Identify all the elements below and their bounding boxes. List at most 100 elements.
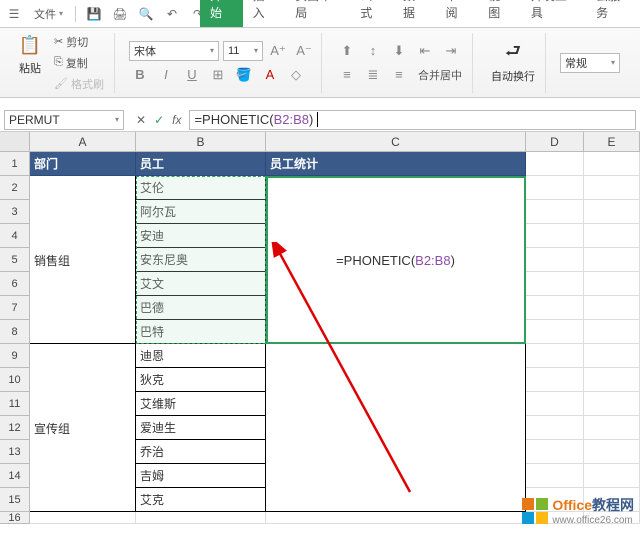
cell[interactable] bbox=[526, 368, 584, 392]
header-cell[interactable]: 员工统计 bbox=[266, 152, 526, 176]
row-header[interactable]: 5 bbox=[0, 248, 30, 272]
align-left-icon[interactable]: ≡ bbox=[336, 65, 358, 85]
formula-cell[interactable]: =PHONETIC(B2:B8) bbox=[266, 248, 526, 272]
employee-cell[interactable]: 阿尔瓦 bbox=[136, 200, 266, 224]
font-size-select[interactable]: 11▾ bbox=[223, 41, 263, 61]
cell[interactable] bbox=[30, 224, 136, 248]
cell[interactable] bbox=[266, 368, 526, 392]
indent-right-icon[interactable]: ⇥ bbox=[440, 41, 462, 61]
employee-cell[interactable]: 吉姆 bbox=[136, 464, 266, 488]
employee-cell[interactable]: 乔治 bbox=[136, 440, 266, 464]
header-cell[interactable]: 员工 bbox=[136, 152, 266, 176]
employee-cell[interactable]: 艾克 bbox=[136, 488, 266, 512]
fx-icon[interactable]: fx bbox=[172, 113, 181, 127]
cell[interactable] bbox=[266, 296, 526, 320]
paste-button[interactable]: 📋 粘贴 bbox=[14, 32, 46, 94]
align-middle-icon[interactable]: ↕ bbox=[362, 41, 384, 61]
employee-cell[interactable]: 狄克 bbox=[136, 368, 266, 392]
cell[interactable] bbox=[266, 392, 526, 416]
tab-dev[interactable]: 开发工具 bbox=[521, 0, 586, 27]
italic-button[interactable]: I bbox=[155, 65, 177, 85]
cell[interactable] bbox=[526, 272, 584, 296]
cell[interactable] bbox=[526, 152, 584, 176]
align-right-icon[interactable]: ≡ bbox=[388, 65, 410, 85]
employee-cell[interactable]: 巴德 bbox=[136, 296, 266, 320]
row-header[interactable]: 13 bbox=[0, 440, 30, 464]
cell[interactable] bbox=[266, 488, 526, 512]
cell[interactable] bbox=[30, 320, 136, 344]
cell[interactable] bbox=[526, 344, 584, 368]
cell[interactable] bbox=[584, 224, 640, 248]
employee-cell[interactable]: 巴特 bbox=[136, 320, 266, 344]
cell[interactable] bbox=[584, 176, 640, 200]
merge-button[interactable]: 合并居中 bbox=[414, 65, 466, 85]
cell[interactable] bbox=[30, 512, 136, 524]
cell[interactable] bbox=[30, 488, 136, 512]
fill-color-button[interactable]: 🪣 bbox=[233, 65, 255, 85]
row-header[interactable]: 16 bbox=[0, 512, 30, 524]
tab-insert[interactable]: 插入 bbox=[243, 0, 286, 27]
cell[interactable] bbox=[30, 464, 136, 488]
clear-format-button[interactable]: ◇ bbox=[285, 65, 307, 85]
cell[interactable] bbox=[30, 176, 136, 200]
align-bottom-icon[interactable]: ⬇ bbox=[388, 41, 410, 61]
cell[interactable] bbox=[526, 320, 584, 344]
row-header[interactable]: 7 bbox=[0, 296, 30, 320]
row-header[interactable]: 8 bbox=[0, 320, 30, 344]
employee-cell[interactable]: 艾伦 bbox=[136, 176, 266, 200]
row-header[interactable]: 14 bbox=[0, 464, 30, 488]
select-all-corner[interactable] bbox=[0, 132, 30, 151]
cell[interactable] bbox=[584, 368, 640, 392]
font-color-button[interactable]: A bbox=[259, 65, 281, 85]
cell[interactable] bbox=[526, 200, 584, 224]
number-format-select[interactable]: 常规▾ bbox=[560, 53, 620, 73]
row-header[interactable]: 9 bbox=[0, 344, 30, 368]
tab-page-layout[interactable]: 页面布局 bbox=[285, 0, 350, 27]
tab-review[interactable]: 审阅 bbox=[436, 0, 479, 27]
cell[interactable] bbox=[526, 440, 584, 464]
cell[interactable] bbox=[266, 320, 526, 344]
cell[interactable] bbox=[584, 248, 640, 272]
row-header[interactable]: 11 bbox=[0, 392, 30, 416]
cell[interactable] bbox=[584, 320, 640, 344]
cell[interactable] bbox=[30, 344, 136, 368]
indent-left-icon[interactable]: ⇤ bbox=[414, 41, 436, 61]
tab-start[interactable]: 开始 bbox=[200, 0, 243, 27]
row-header[interactable]: 2 bbox=[0, 176, 30, 200]
cell[interactable] bbox=[30, 392, 136, 416]
cell[interactable] bbox=[30, 272, 136, 296]
cancel-formula-icon[interactable]: ✕ bbox=[136, 113, 146, 127]
employee-cell[interactable]: 安迪 bbox=[136, 224, 266, 248]
col-header[interactable]: E bbox=[584, 132, 640, 151]
cell[interactable] bbox=[266, 512, 526, 524]
header-cell[interactable]: 部门 bbox=[30, 152, 136, 176]
employee-cell[interactable]: 安东尼奥 bbox=[136, 248, 266, 272]
employee-cell[interactable]: 迪恩 bbox=[136, 344, 266, 368]
cell[interactable] bbox=[584, 344, 640, 368]
dept-cell[interactable]: 销售组 bbox=[30, 248, 136, 272]
cell[interactable] bbox=[266, 464, 526, 488]
tab-data[interactable]: 数据 bbox=[393, 0, 436, 27]
cell[interactable] bbox=[584, 440, 640, 464]
cell[interactable] bbox=[526, 224, 584, 248]
cell[interactable] bbox=[266, 344, 526, 368]
cell[interactable] bbox=[266, 272, 526, 296]
cell[interactable] bbox=[30, 368, 136, 392]
cell[interactable] bbox=[584, 464, 640, 488]
increase-font-icon[interactable]: A⁺ bbox=[267, 41, 289, 61]
col-header[interactable]: C bbox=[266, 132, 526, 151]
dept-cell[interactable]: 宣传组 bbox=[30, 416, 136, 440]
row-header[interactable]: 10 bbox=[0, 368, 30, 392]
row-header[interactable]: 15 bbox=[0, 488, 30, 512]
cell[interactable] bbox=[584, 272, 640, 296]
employee-cell[interactable]: 爱迪生 bbox=[136, 416, 266, 440]
cell[interactable] bbox=[266, 224, 526, 248]
row-header[interactable]: 4 bbox=[0, 224, 30, 248]
employee-cell[interactable]: 艾文 bbox=[136, 272, 266, 296]
accept-formula-icon[interactable]: ✓ bbox=[154, 113, 164, 127]
col-header[interactable]: D bbox=[526, 132, 584, 151]
cell[interactable] bbox=[30, 440, 136, 464]
bold-button[interactable]: B bbox=[129, 65, 151, 85]
cell[interactable] bbox=[526, 392, 584, 416]
cell[interactable] bbox=[266, 176, 526, 200]
